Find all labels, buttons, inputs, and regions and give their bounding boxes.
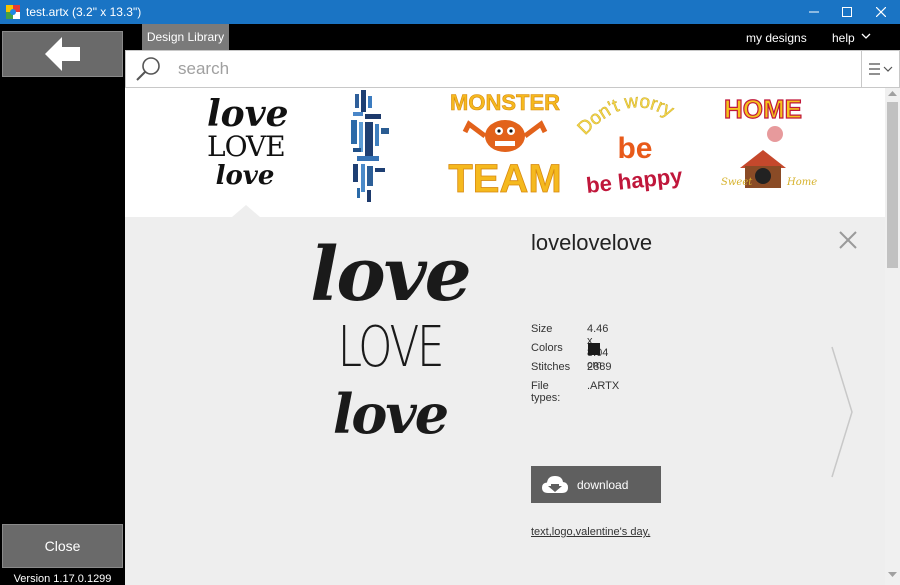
- vertical-scrollbar[interactable]: [885, 88, 900, 585]
- selected-pointer: [232, 205, 260, 217]
- search-bar: [125, 50, 900, 88]
- word-cloud-image: [351, 90, 389, 202]
- preview-line3: love: [332, 382, 449, 446]
- color-swatch: [588, 343, 600, 355]
- filetypes-label: File types:: [531, 380, 561, 404]
- minimize-icon: [809, 11, 819, 13]
- scroll-down-icon[interactable]: [888, 572, 897, 578]
- thumbnail-lovelovelove[interactable]: love LOVE love: [207, 88, 289, 208]
- monster-team-image: MONSTER TEAM: [448, 90, 562, 202]
- download-button[interactable]: download: [531, 466, 661, 503]
- maximize-icon: [842, 7, 852, 17]
- be-happy-text: be happy: [585, 163, 684, 198]
- thumb-love-line3: love: [215, 161, 275, 191]
- chevron-down-icon[interactable]: [861, 32, 871, 40]
- search-input[interactable]: [176, 58, 836, 80]
- scroll-thumb[interactable]: [887, 102, 898, 268]
- back-button[interactable]: [2, 31, 123, 77]
- app-icon: [6, 5, 20, 19]
- design-preview: love LOVE love: [295, 223, 485, 483]
- design-library-content: love LOVE love MONSTER TEAM Don't worry …: [125, 88, 885, 585]
- chevron-right-icon[interactable]: [830, 345, 854, 479]
- thumbnail-home[interactable]: HOME Sweet Home: [707, 88, 825, 208]
- be-text: be: [617, 132, 652, 165]
- thumbnail-strip: love LOVE love MONSTER TEAM Don't worry …: [125, 88, 885, 217]
- size-label: Size: [531, 323, 553, 335]
- my-designs-link[interactable]: my designs: [746, 31, 807, 45]
- design-detail-panel: love LOVE love lovelovelove Size 4.46 x …: [125, 217, 885, 585]
- preview-line2: LOVE: [337, 315, 445, 380]
- close-button[interactable]: Close: [2, 524, 123, 568]
- thumb-love-line2: LOVE: [207, 130, 286, 163]
- cloud-download-icon: [542, 475, 568, 493]
- thumbnail-word-cloud[interactable]: [347, 88, 397, 208]
- stitches-value: 2889: [587, 361, 612, 373]
- filetypes-value: .ARTX: [587, 380, 620, 392]
- help-menu[interactable]: help: [832, 31, 855, 45]
- view-menu-button[interactable]: [861, 51, 900, 87]
- thumb-love-line1: love: [207, 93, 289, 135]
- thumbnail-monster-team[interactable]: MONSTER TEAM: [447, 88, 563, 208]
- search-icon: [136, 57, 160, 81]
- design-title: lovelovelove: [531, 230, 653, 255]
- team-text: TEAM: [448, 157, 561, 198]
- version-label: Version 1.17.0.1299: [13, 573, 112, 585]
- window-title: test.artx (3.2" x 13.3"): [26, 5, 142, 19]
- sweet-text: Sweet: [721, 177, 753, 188]
- colors-label: Colors: [531, 342, 563, 354]
- arrow-left-icon: [44, 37, 80, 71]
- minimize-button[interactable]: [797, 0, 831, 24]
- menu-icon: [869, 63, 893, 75]
- top-nav: Design Library my designs help: [125, 24, 900, 50]
- window-close-button[interactable]: [864, 0, 898, 24]
- left-panel: Close Version 1.17.0.1299: [0, 24, 125, 585]
- stitches-label: Stitches: [531, 361, 571, 373]
- title-bar: test.artx (3.2" x 13.3"): [0, 0, 900, 24]
- design-tags[interactable]: text,logo,valentine's day,: [531, 526, 650, 538]
- download-label: download: [577, 477, 629, 492]
- home-sweet-home-image: HOME Sweet Home: [721, 93, 817, 188]
- tab-design-library[interactable]: Design Library: [142, 24, 229, 50]
- close-icon[interactable]: [837, 229, 859, 251]
- thumbnail-dont-worry[interactable]: Don't worry be be happy: [574, 88, 693, 208]
- scroll-up-icon[interactable]: [888, 90, 897, 96]
- home-text: Home: [786, 177, 817, 188]
- home-title-text: HOME: [724, 94, 802, 124]
- preview-line1: love: [310, 232, 472, 318]
- dont-worry-image: Don't worry be be happy: [574, 91, 685, 198]
- monster-text: MONSTER: [450, 90, 560, 115]
- maximize-button[interactable]: [830, 0, 864, 24]
- close-icon: [876, 7, 886, 17]
